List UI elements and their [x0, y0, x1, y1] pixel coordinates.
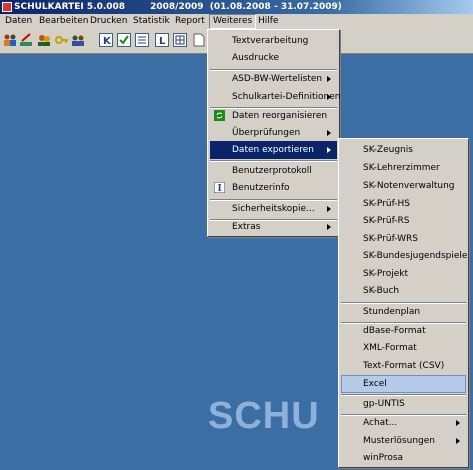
menu-drucken[interactable]: Drucken: [87, 14, 130, 29]
submenu-item-achat[interactable]: Achat...: [341, 414, 466, 432]
menu-item-extras[interactable]: Extras: [210, 218, 337, 236]
menu-item-ueberpruefungen[interactable]: Überprüfungen: [210, 124, 337, 142]
window-title: SCHULKARTEI 5.0.008 2008/2009 (01.08.200…: [14, 2, 342, 12]
submenu-item-sk-buch[interactable]: SK-Buch: [341, 282, 466, 300]
menu-item-daten-exportieren[interactable]: Daten exportieren: [210, 141, 337, 159]
submenu-arrow-icon: [456, 420, 460, 426]
submenu-item-winprosa[interactable]: winProsa: [341, 449, 466, 467]
submenu-item-stundenplan[interactable]: Stundenplan: [341, 303, 466, 321]
submenu-item-sk-pruef-rs[interactable]: SK-Prüf-RS: [341, 212, 466, 230]
weiteres-menu: Textverarbeitung Ausdrucke ASD-BW-Wertel…: [207, 29, 340, 237]
submenu-item-sk-projekt[interactable]: SK-Projekt: [341, 265, 466, 283]
submenu-arrow-icon: [327, 147, 331, 153]
submenu-item-sk-bundesjugendspiele[interactable]: SK-Bundesjugendspiele: [341, 247, 467, 265]
menu-report[interactable]: Report: [172, 14, 208, 29]
submenu-arrow-icon: [327, 130, 331, 136]
pen-icon[interactable]: [19, 33, 33, 47]
menu-bar: Daten Bearbeiten Drucken Statistik Repor…: [0, 14, 473, 29]
submenu-item-gp-untis[interactable]: gp-UNTIS: [341, 395, 466, 413]
submenu-item-sk-pruef-wrs[interactable]: SK-Prüf-WRS: [341, 230, 466, 248]
submenu-item-musterloesungen[interactable]: Musterlösungen: [341, 432, 466, 450]
table-icon[interactable]: [173, 33, 187, 47]
svg-text:K: K: [103, 36, 112, 47]
menu-daten[interactable]: Daten: [2, 14, 35, 29]
submenu-item-sk-pruef-hs[interactable]: SK-Prüf-HS: [341, 195, 466, 213]
title-bar: SCHULKARTEI 5.0.008 2008/2009 (01.08.200…: [0, 0, 473, 14]
people-icon[interactable]: [3, 33, 17, 47]
refresh-icon: [214, 110, 225, 121]
watermark-text: SCHU: [208, 395, 320, 437]
submenu-arrow-icon: [327, 224, 331, 230]
submenu-item-excel[interactable]: Excel: [341, 375, 466, 393]
group-icon[interactable]: [71, 33, 85, 47]
submenu-arrow-icon: [456, 438, 460, 444]
list-icon[interactable]: [135, 33, 149, 47]
submenu-arrow-icon: [327, 206, 331, 212]
info-icon: I: [213, 181, 226, 194]
svg-text:I: I: [218, 184, 222, 193]
menu-bearbeiten[interactable]: Bearbeiten: [36, 14, 91, 29]
menu-item-textverarbeitung[interactable]: Textverarbeitung: [210, 32, 337, 50]
export-submenu: SK-Zeugnis SK-Lehrerzimmer SK-Notenverwa…: [338, 138, 469, 468]
menu-item-schulkartei-definitionen[interactable]: Schulkartei-Definitionen: [210, 88, 340, 106]
svg-text:L: L: [159, 36, 166, 47]
submenu-item-text-format-csv[interactable]: Text-Format (CSV): [341, 357, 466, 375]
page-icon[interactable]: [192, 33, 206, 47]
menu-hilfe[interactable]: Hilfe: [255, 14, 281, 29]
menu-weiteres[interactable]: Weiteres: [209, 14, 257, 29]
submenu-item-dbase-format[interactable]: dBase-Format: [341, 322, 466, 340]
check-icon[interactable]: [117, 33, 131, 47]
menu-item-daten-reorganisieren[interactable]: Daten reorganisieren: [210, 107, 337, 125]
menu-item-benutzerinfo[interactable]: I Benutzerinfo: [210, 179, 337, 197]
menu-statistik[interactable]: Statistik: [130, 14, 173, 29]
app-icon: [2, 2, 12, 12]
key-icon[interactable]: [55, 33, 69, 47]
submenu-item-sk-notenverwaltung[interactable]: SK-Notenverwaltung: [341, 177, 466, 195]
submenu-item-sk-zeugnis[interactable]: SK-Zeugnis: [341, 141, 466, 159]
submenu-arrow-icon: [327, 76, 331, 82]
menu-item-sicherheitskopie[interactable]: Sicherheitskopie...: [210, 200, 337, 218]
l-icon[interactable]: L: [155, 33, 169, 47]
submenu-item-xml-format[interactable]: XML-Format: [341, 339, 466, 357]
users-icon[interactable]: [37, 33, 51, 47]
menu-item-asd-bw-wertelisten[interactable]: ASD-BW-Wertelisten: [210, 70, 337, 88]
menu-item-ausdrucke[interactable]: Ausdrucke: [210, 49, 337, 67]
submenu-arrow-icon: [327, 94, 331, 100]
submenu-item-sk-lehrerzimmer[interactable]: SK-Lehrerzimmer: [341, 159, 466, 177]
k-icon[interactable]: K: [99, 33, 113, 47]
menu-item-benutzerprotokoll[interactable]: Benutzerprotokoll: [210, 162, 337, 180]
